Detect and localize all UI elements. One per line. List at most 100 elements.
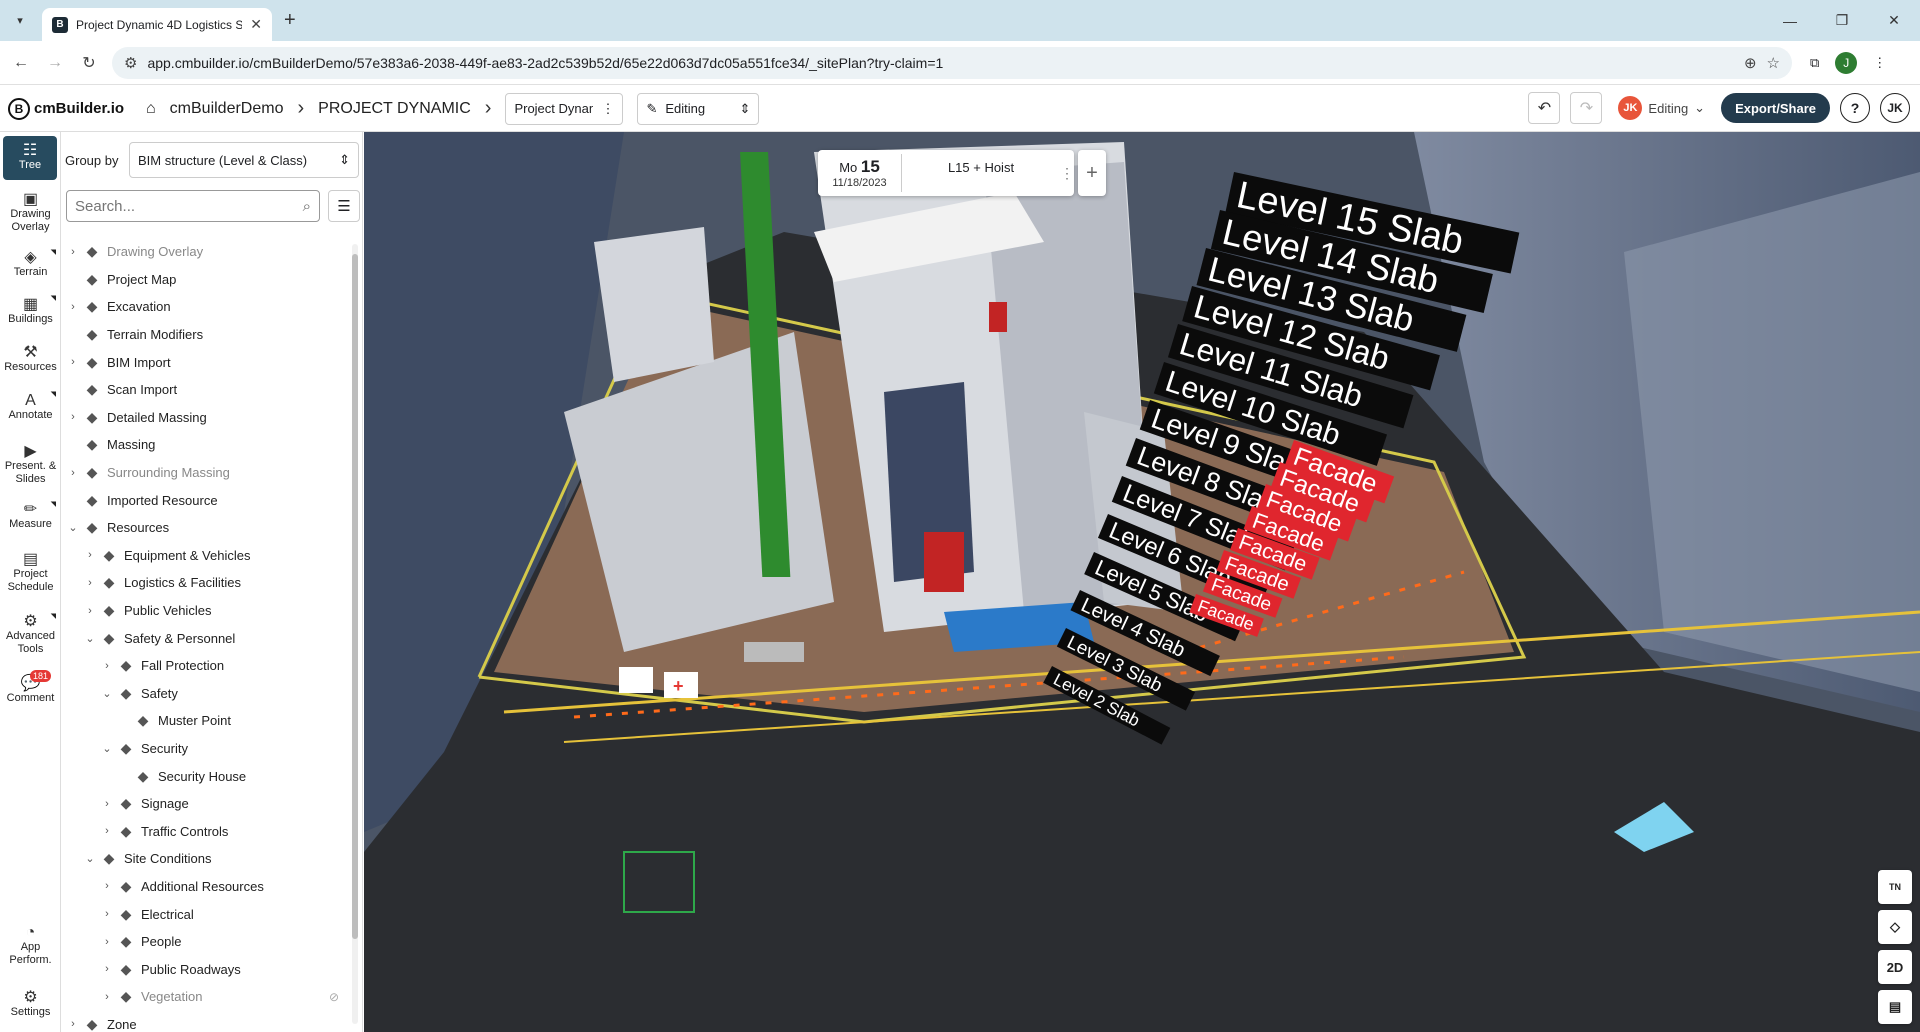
new-tab-button[interactable]: + <box>284 9 296 32</box>
tree-row[interactable]: › ◆ Electrical <box>61 900 353 928</box>
schedule-card[interactable]: Mo 15 11/18/2023 L15 + Hoist ⋮ <box>818 150 1074 196</box>
profile-avatar[interactable]: J <box>1835 51 1858 74</box>
legend-icon[interactable]: ▤ <box>1878 990 1912 1024</box>
reload-icon[interactable]: ↻ <box>76 50 102 76</box>
chevron-right-icon[interactable]: › <box>65 356 81 368</box>
chevron-down-icon[interactable]: ⌄ <box>82 852 98 865</box>
tab-search-icon[interactable]: ▾ <box>8 9 32 33</box>
chevron-right-icon[interactable]: › <box>65 301 81 313</box>
forward-icon[interactable]: → <box>42 50 68 76</box>
chevron-right-icon[interactable]: › <box>99 936 115 948</box>
rail-measure[interactable]: ◥ ✏ Measure <box>0 494 61 540</box>
close-window-icon[interactable]: ✕ <box>1868 0 1920 41</box>
kebab-icon[interactable]: ⋮ <box>601 101 614 117</box>
browser-menu-icon[interactable]: ⋮ <box>1873 55 1886 71</box>
tree-row[interactable]: › ◆ Signage <box>61 790 353 818</box>
omnibox[interactable]: ⚙ app.cmbuilder.io/cmBuilderDemo/57e383a… <box>112 46 1792 79</box>
minimize-icon[interactable]: — <box>1764 0 1816 41</box>
chevron-right-icon[interactable]: › <box>65 467 81 479</box>
scrollbar-thumb[interactable] <box>352 254 358 939</box>
tree-row[interactable]: ◆ Terrain Modifiers <box>61 321 353 349</box>
rail-advanced-tools[interactable]: ◥ ⚙ Advanced Tools <box>0 606 61 664</box>
export-share-button[interactable]: Export/Share <box>1721 93 1830 123</box>
site-info-icon[interactable]: ⚙ <box>124 54 137 72</box>
tree-row[interactable]: › ◆ Drawing Overlay <box>61 238 353 266</box>
browser-tab[interactable]: B Project Dynamic 4D Logistics Si ✕ <box>42 8 272 41</box>
rail-settings[interactable]: ⚙ Settings <box>0 982 61 1028</box>
breadcrumb-item-org[interactable]: cmBuilderDemo <box>170 100 284 118</box>
tree-row[interactable]: ⌄ ◆ Security <box>61 735 353 763</box>
chevron-right-icon[interactable]: › <box>82 605 98 617</box>
layers-icon[interactable]: ◇ <box>1878 910 1912 944</box>
chevron-right-icon[interactable]: › <box>99 991 115 1003</box>
chevron-right-icon[interactable]: › <box>99 908 115 920</box>
tree-row[interactable]: ⌄ ◆ Safety & Personnel <box>61 624 353 652</box>
chevron-right-icon[interactable]: › <box>82 549 98 561</box>
rail-tree[interactable]: ☷ Tree <box>3 136 57 180</box>
help-button[interactable]: ? <box>1840 93 1870 123</box>
account-button[interactable]: JK <box>1880 93 1910 123</box>
search-icon[interactable]: ⌕ <box>303 198 311 215</box>
rail-present-slides[interactable]: ▶ Present. & Slides <box>0 436 61 494</box>
rail-terrain[interactable]: ◥ ◈ Terrain <box>0 242 61 288</box>
chevron-down-icon[interactable]: ⌄ <box>82 632 98 645</box>
tree-row[interactable]: ⌄ ◆ Resources <box>61 514 353 542</box>
tree-row[interactable]: › ◆ BIM Import <box>61 348 353 376</box>
bookmark-star-icon[interactable]: ☆ <box>1767 54 1780 72</box>
tree-row[interactable]: ◆ Muster Point <box>61 707 353 735</box>
restore-icon[interactable]: ❐ <box>1816 0 1868 41</box>
project-select[interactable]: Project Dynamic... ⋮ <box>505 92 624 125</box>
group-by-select[interactable]: BIM structure (Level & Class) ⇕ <box>129 142 359 178</box>
undo-button[interactable]: ↶ <box>1528 92 1561 124</box>
chevron-down-icon[interactable]: ⌄ <box>99 742 115 755</box>
chevron-right-icon[interactable]: › <box>65 246 81 258</box>
chevron-right-icon[interactable]: › <box>99 798 115 810</box>
compass-north-button[interactable]: TN <box>1878 870 1912 904</box>
search-field[interactable]: ⌕ <box>66 190 320 222</box>
tree-row[interactable]: › ◆ Fall Protection <box>61 652 353 680</box>
tree-row[interactable]: › ◆ Detailed Massing <box>61 404 353 432</box>
app-logo[interactable]: B cmBuilder.io <box>8 97 126 120</box>
tree-row[interactable]: › ◆ Zone <box>61 1011 353 1032</box>
redo-button[interactable]: ↷ <box>1570 92 1603 124</box>
zoom-icon[interactable]: ⊕ <box>1744 54 1757 72</box>
chevron-down-icon[interactable]: ⌄ <box>65 521 81 534</box>
3d-viewport[interactable]: + Level 15 Slab Level 14 Slab Level 13 Sla… <box>364 132 1920 1032</box>
filter-list-button[interactable]: ☰ <box>328 190 360 222</box>
close-tab-icon[interactable]: ✕ <box>250 16 262 33</box>
mode-select[interactable]: ✎ Editing ⇕ <box>637 92 760 125</box>
search-input[interactable] <box>75 197 303 215</box>
back-icon[interactable]: ← <box>8 50 34 76</box>
tree-row[interactable]: ◆ Project Map <box>61 266 353 294</box>
rail-project-schedule[interactable]: ▤ Project Schedule <box>0 544 61 602</box>
breadcrumb-item-project[interactable]: PROJECT DYNAMIC <box>318 100 471 118</box>
rail-resources[interactable]: ⚒ Resources <box>0 336 61 384</box>
tree-row[interactable]: › ◆ People <box>61 928 353 956</box>
tree-row[interactable]: ◆ Scan Import <box>61 376 353 404</box>
rail-annotate[interactable]: ◥ A Annotate <box>0 384 61 432</box>
tree-row[interactable]: › ◆ Public Roadways <box>61 955 353 983</box>
extensions-icon[interactable]: ⧉ <box>1810 55 1819 71</box>
tree-row[interactable]: ◆ Imported Resource <box>61 486 353 514</box>
rail-drawing-overlay[interactable]: ▣ Drawing Overlay <box>0 186 61 240</box>
tree-row[interactable]: ◆ Security House <box>61 762 353 790</box>
tree-row[interactable]: ◆ Massing <box>61 431 353 459</box>
chevron-right-icon[interactable]: › <box>65 411 81 423</box>
view-2d-button[interactable]: 2D <box>1878 950 1912 984</box>
tree-row[interactable]: › ◆ Traffic Controls <box>61 817 353 845</box>
kebab-icon[interactable]: ⋮ <box>1060 166 1074 180</box>
rail-app-performance[interactable]: ◔ App Perform. <box>0 920 61 972</box>
chevron-right-icon[interactable]: › <box>99 880 115 892</box>
tree-row[interactable]: ⌄ ◆ Site Conditions <box>61 845 353 873</box>
rail-buildings[interactable]: ◥ ▦ Buildings <box>0 288 61 336</box>
tree-row[interactable]: › ◆ Surrounding Massing <box>61 459 353 487</box>
scene-render[interactable]: + Level 15 SlabLevel 14 SlabLevel 13 Sla… <box>364 132 1920 1032</box>
chevron-right-icon[interactable]: › <box>82 577 98 589</box>
tree-row[interactable]: › ◆ Logistics & Facilities <box>61 569 353 597</box>
tree-row[interactable]: › ◆ Excavation <box>61 293 353 321</box>
user-mode-select[interactable]: JK Editing ⌄ <box>1612 96 1711 120</box>
url-text[interactable]: app.cmbuilder.io/cmBuilderDemo/57e383a6-… <box>147 55 1734 71</box>
schedule-date[interactable]: Mo 15 11/18/2023 <box>818 154 902 192</box>
tree-scrollbar[interactable] <box>352 244 358 1024</box>
chevron-right-icon[interactable]: › <box>65 1018 81 1030</box>
